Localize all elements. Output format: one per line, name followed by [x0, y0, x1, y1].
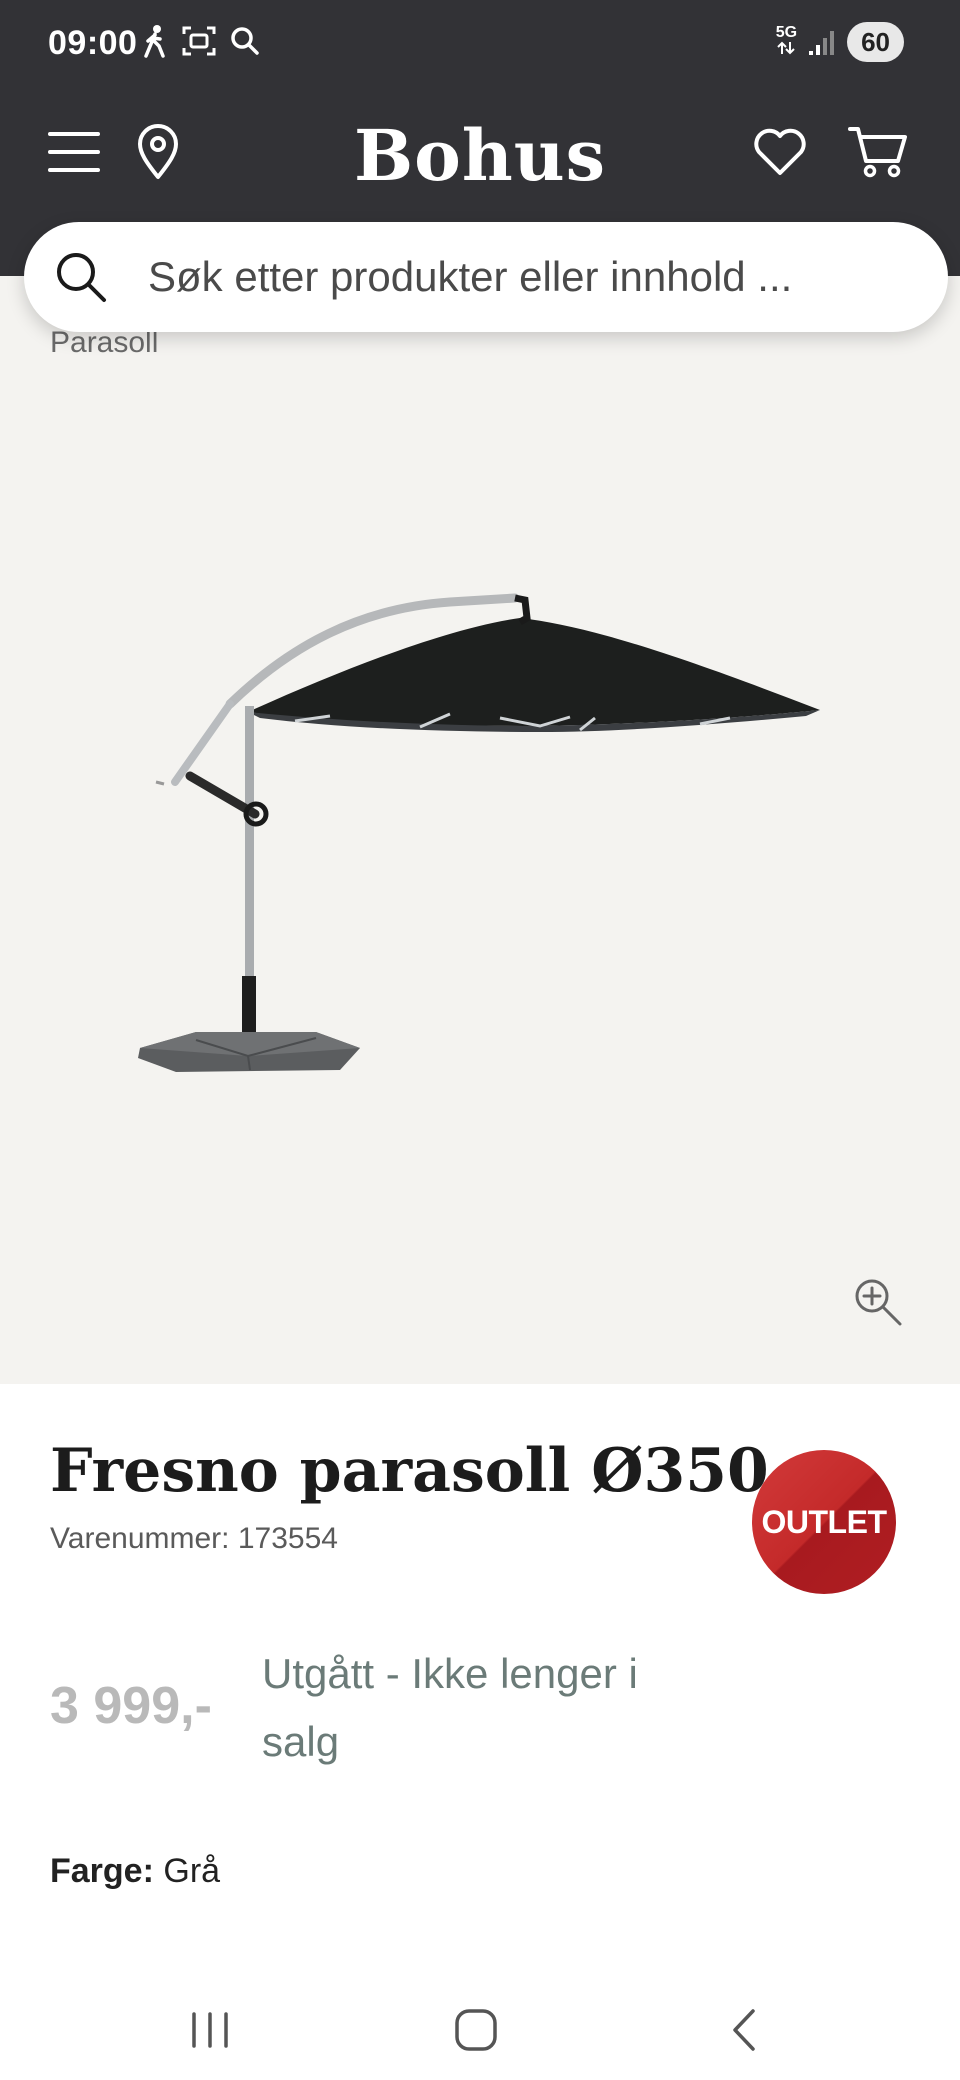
- heart-icon: [754, 128, 806, 175]
- signal-icon: [809, 31, 835, 55]
- search-bar[interactable]: [24, 222, 948, 332]
- sku-value: 173554: [237, 1522, 338, 1555]
- product-title: Fresno parasoll Ø350: [50, 1436, 769, 1506]
- outlet-badge: OUTLET: [752, 1450, 896, 1594]
- sku-label: Varenummer:: [50, 1522, 238, 1555]
- cart-icon: [848, 127, 907, 178]
- back-icon: [733, 2009, 755, 2051]
- status-bar: 09:00 5G 60: [0, 0, 960, 90]
- zoom-in-icon[interactable]: [852, 1276, 904, 1328]
- color-label: Farge:: [50, 1852, 154, 1890]
- product-sku: Varenummer: 173554: [50, 1522, 338, 1556]
- system-navigation-bar: [0, 1980, 960, 2080]
- product-image-gallery[interactable]: Parasoll: [0, 276, 960, 1384]
- color-selector: Farge: Grå: [50, 1852, 220, 1891]
- product-price: 3 999,-: [50, 1677, 212, 1735]
- bohus-logo[interactable]: Bohus: [0, 114, 960, 197]
- color-value: Grå: [163, 1852, 221, 1890]
- network-label: 5G: [775, 24, 798, 41]
- site-header: Bohus: [0, 110, 960, 200]
- parasol-product-image: [138, 593, 820, 1072]
- screenshot-icon: [182, 26, 216, 56]
- recent-apps-button[interactable]: [178, 2000, 242, 2060]
- wishlist-button[interactable]: [748, 120, 812, 184]
- back-button[interactable]: [712, 2000, 776, 2060]
- cart-button[interactable]: [846, 120, 910, 184]
- network-type: 5G: [776, 25, 797, 59]
- search-icon: [57, 253, 106, 302]
- home-icon: [455, 2009, 497, 2051]
- data-arrows-icon: [777, 41, 796, 55]
- status-time: 09:00: [48, 24, 138, 62]
- search-input[interactable]: [148, 248, 908, 306]
- recent-apps-icon: [192, 2012, 228, 2048]
- walking-icon: [144, 25, 165, 58]
- battery-indicator: 60: [847, 22, 904, 62]
- status-system-icons: 5G 60: [776, 22, 904, 62]
- home-button[interactable]: [444, 2000, 508, 2060]
- status-notification-icons: [142, 24, 260, 58]
- availability-status: Utgått - Ikke lenger i salg: [262, 1650, 638, 1765]
- search-status-icon: [231, 27, 259, 55]
